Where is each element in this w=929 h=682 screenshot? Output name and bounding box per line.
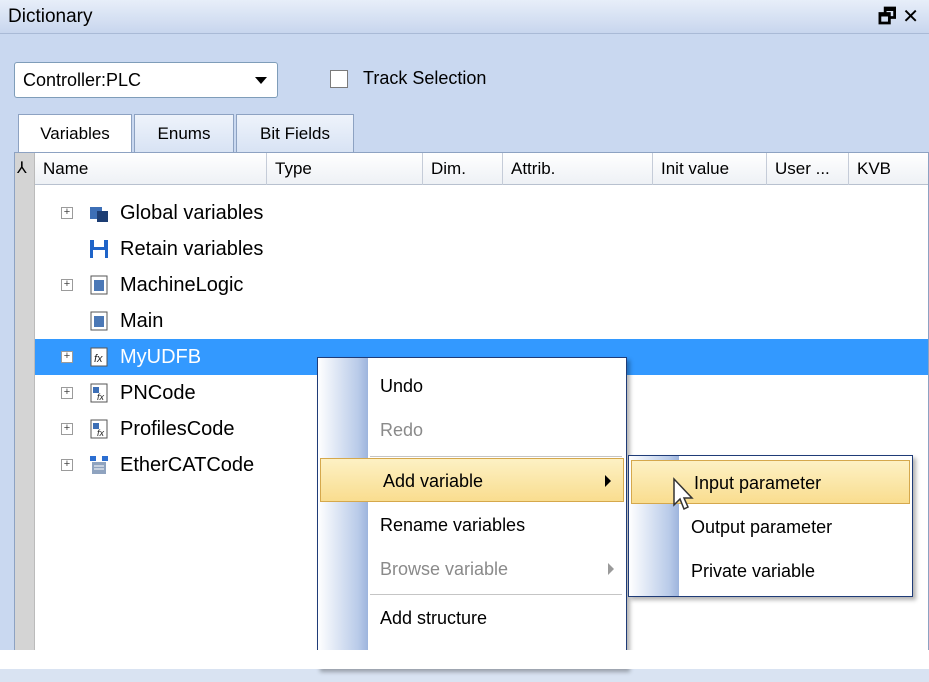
add-variable-submenu: Input parameter Output parameter Private… — [628, 455, 913, 597]
menu-separator — [370, 594, 622, 595]
tab-enums[interactable]: Enums — [134, 114, 234, 152]
window-title: Dictionary — [8, 6, 93, 27]
menu-item-redo[interactable]: Redo — [318, 408, 626, 452]
expand-icon[interactable]: + — [61, 459, 73, 471]
tree-row-machinelogic[interactable]: + MachineLogic — [35, 267, 928, 303]
grid-header: Name Type Dim. Attrib. Init value User .… — [35, 153, 928, 185]
menu-item-label: Browse variable — [380, 559, 509, 579]
menu-item-add-variable[interactable]: Add variable — [320, 458, 624, 502]
expand-icon[interactable]: + — [61, 279, 73, 291]
expand-icon[interactable]: + — [61, 207, 73, 219]
svg-text:fx: fx — [94, 353, 103, 365]
menu-item-add-structure[interactable]: Add structure — [318, 596, 626, 640]
submenu-arrow-icon — [605, 475, 611, 487]
tree-row-label: Global variables — [120, 202, 264, 224]
col-dim[interactable]: Dim. — [423, 153, 503, 185]
tree-row-main[interactable]: Main — [35, 303, 928, 339]
col-attrib[interactable]: Attrib. — [503, 153, 653, 185]
menu-item-private-variable[interactable]: Private variable — [629, 549, 912, 593]
function-block-icon: fx — [90, 347, 108, 367]
menu-item-undo[interactable]: Undo — [318, 364, 626, 408]
expand-icon[interactable]: + — [61, 351, 73, 363]
tree-row-label: Main — [120, 310, 164, 332]
filter-icon[interactable]: ⅄ — [17, 153, 27, 185]
tree-row-label: Retain variables — [120, 238, 264, 260]
expand-icon[interactable]: + — [61, 387, 73, 399]
menu-separator — [370, 456, 622, 457]
mouse-cursor-icon — [673, 477, 694, 511]
torn-edge — [0, 650, 929, 669]
controller-combo[interactable]: Controller:PLC — [14, 62, 278, 98]
save-disk-icon — [90, 240, 108, 258]
program-icon — [90, 311, 108, 331]
dictionary-titlebar: Dictionary 🗗 ✕ — [0, 0, 929, 34]
program-icon — [90, 275, 108, 295]
col-name[interactable]: Name — [35, 153, 267, 185]
track-selection-checkbox[interactable] — [330, 69, 348, 88]
tree-row-label: MachineLogic — [120, 274, 244, 296]
tree-row-label: ProfilesCode — [120, 418, 235, 440]
col-init-value[interactable]: Init value — [653, 153, 767, 185]
track-selection-label: Track Selection — [363, 68, 487, 88]
svg-text:fx: fx — [97, 392, 105, 402]
tree-row-global-variables[interactable]: + Global variables — [35, 195, 928, 231]
context-menu: Undo Redo Add variable Rename variables … — [317, 357, 627, 670]
tab-bar: Variables Enums Bit Fields — [18, 114, 356, 154]
tree-row-label: EtherCATCode — [120, 454, 255, 476]
col-kvb[interactable]: KVB — [849, 153, 929, 185]
code-block-icon: fx — [90, 383, 108, 403]
expand-icon[interactable]: + — [61, 423, 73, 435]
code-block-icon: fx — [90, 419, 108, 439]
window-controls[interactable]: 🗗 ✕ — [878, 0, 919, 34]
row-gutter — [15, 153, 35, 668]
tab-variables[interactable]: Variables — [18, 114, 132, 154]
tab-bit-fields[interactable]: Bit Fields — [236, 114, 354, 152]
col-user[interactable]: User ... — [767, 153, 849, 185]
controller-combo-value: Controller:PLC — [23, 70, 142, 90]
menu-item-label: Add variable — [383, 471, 484, 491]
svg-text:fx: fx — [97, 428, 105, 438]
submenu-arrow-icon — [608, 563, 614, 575]
tree-row-retain-variables[interactable]: Retain variables — [35, 231, 928, 267]
col-type[interactable]: Type — [267, 153, 423, 185]
track-selection[interactable]: Track Selection — [330, 68, 486, 89]
tree-row-label: PNCode — [120, 382, 196, 404]
ethercat-icon — [90, 456, 108, 474]
chevron-down-icon[interactable] — [255, 77, 267, 84]
menu-item-browse-variable[interactable]: Browse variable — [318, 547, 626, 591]
global-variables-icon — [90, 207, 108, 222]
tree-row-label: MyUDFB — [120, 346, 202, 368]
menu-item-rename-variables[interactable]: Rename variables — [318, 503, 626, 547]
